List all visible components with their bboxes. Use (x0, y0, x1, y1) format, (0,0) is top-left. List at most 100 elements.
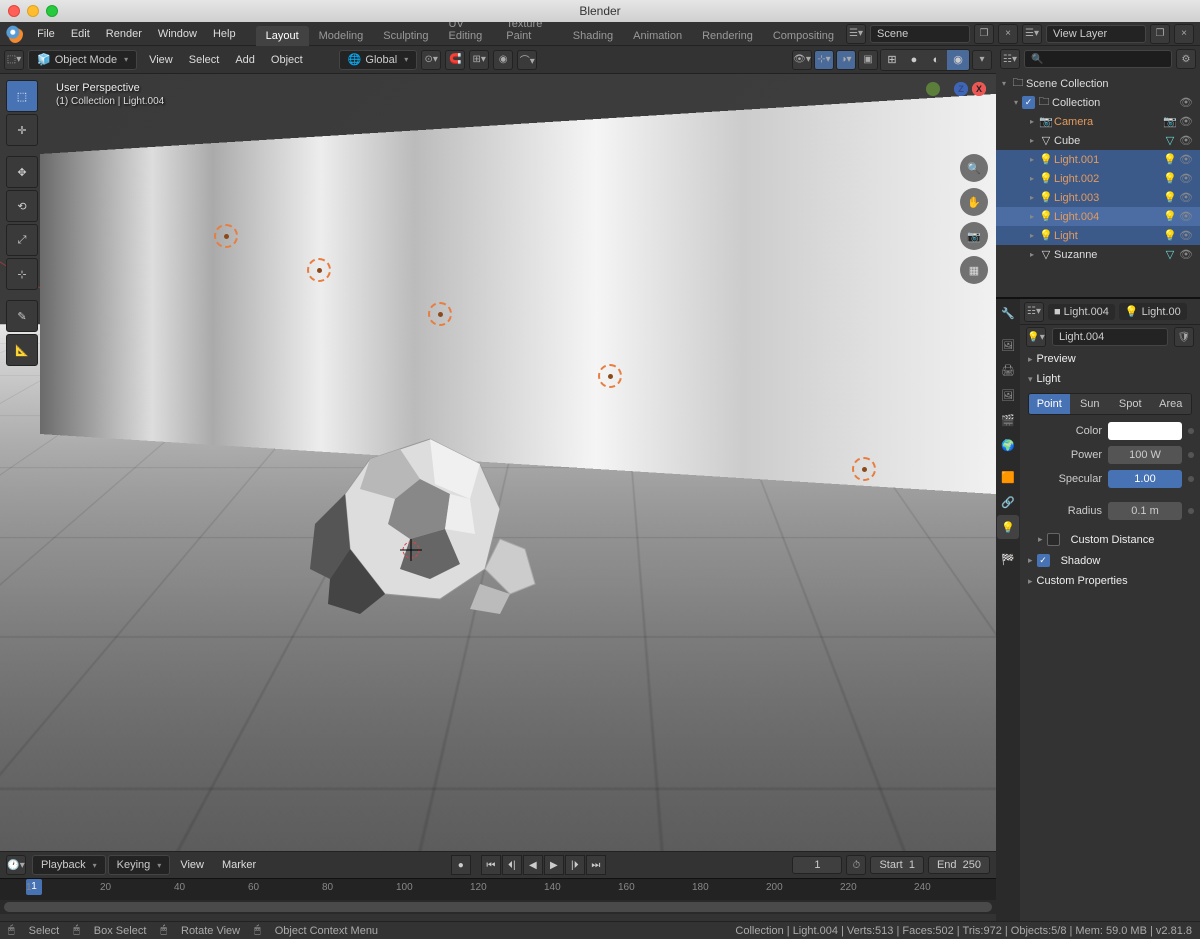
editor-type-icon[interactable]: ⬚▾ (4, 50, 24, 70)
outliner-item-camera[interactable]: ▸📷Camera📷👁 (996, 112, 1200, 131)
world-tab-icon[interactable]: 🌍 (997, 433, 1019, 457)
play-icon[interactable]: ▶ (544, 855, 564, 875)
zoom-icon[interactable]: 🔍 (960, 154, 988, 182)
3d-viewport[interactable]: User Perspective (1) Collection | Light.… (0, 74, 996, 851)
menu-window[interactable]: Window (150, 24, 205, 44)
outliner-item-light-001[interactable]: ▸💡Light.001💡👁 (996, 150, 1200, 169)
camera-view-icon[interactable]: 📷 (960, 222, 988, 250)
transform-tool-icon[interactable]: ⊹ (6, 258, 38, 290)
outliner-item-light-003[interactable]: ▸💡Light.003💡👁 (996, 188, 1200, 207)
scene-new-icon[interactable]: ❐ (974, 24, 994, 44)
viewport-menu-select[interactable]: Select (181, 50, 228, 70)
custom-distance-panel-header[interactable]: Custom Distance (1020, 529, 1200, 550)
breadcrumb-object[interactable]: ■ Light.004 (1048, 304, 1115, 320)
data-tab-icon[interactable]: 💡 (997, 515, 1019, 539)
menu-edit[interactable]: Edit (63, 24, 98, 44)
keyframe-next-icon[interactable]: |⏵ (565, 855, 585, 875)
light-type-sun[interactable]: Sun (1070, 394, 1111, 414)
visibility-eye-icon[interactable]: 👁 (1178, 229, 1194, 242)
proportional-edit-icon[interactable]: ◉ (493, 50, 513, 70)
light-gizmo-icon[interactable] (428, 302, 452, 326)
select-box-tool-icon[interactable]: ⬚ (6, 80, 38, 112)
workspace-tab-sculpting[interactable]: Sculpting (373, 26, 438, 46)
interaction-mode-dropdown[interactable]: 🧊 Object Mode (28, 50, 137, 70)
xray-toggle-icon[interactable]: ▣ (858, 50, 878, 70)
light-panel-header[interactable]: Light (1020, 369, 1200, 389)
end-frame-field[interactable]: End 250 (928, 856, 990, 874)
rendered-shading-icon[interactable]: ◉ (947, 50, 969, 70)
menu-file[interactable]: File (29, 24, 63, 44)
blender-logo-icon[interactable] (6, 25, 23, 43)
outliner-item-light[interactable]: ▸💡Light💡👁 (996, 226, 1200, 245)
minimize-window-icon[interactable] (27, 5, 39, 17)
constraints-tab-icon[interactable]: 🔗 (997, 490, 1019, 514)
outliner-item-light-004[interactable]: ▸💡Light.004💡👁 (996, 207, 1200, 226)
outliner-item-light-002[interactable]: ▸💡Light.002💡👁 (996, 169, 1200, 188)
light-type-point[interactable]: Point (1029, 394, 1070, 414)
color-swatch[interactable] (1108, 422, 1182, 440)
animate-dot-icon[interactable] (1188, 476, 1194, 482)
power-field[interactable]: 100 W (1108, 446, 1182, 464)
solid-shading-icon[interactable]: ● (903, 50, 925, 70)
scale-tool-icon[interactable]: ⤢ (6, 224, 38, 256)
scene-tab-icon[interactable]: 🎬 (997, 408, 1019, 432)
auto-keying-icon[interactable]: ● (451, 855, 471, 875)
preview-panel-header[interactable]: Preview (1020, 349, 1200, 369)
timeline-editor-type-icon[interactable]: 🕐▾ (6, 855, 26, 875)
jump-end-icon[interactable]: ⏭ (586, 855, 606, 875)
start-frame-field[interactable]: Start 1 (870, 856, 923, 874)
close-window-icon[interactable] (8, 5, 20, 17)
workspace-tab-rendering[interactable]: Rendering (692, 26, 763, 46)
pivot-point-icon[interactable]: ⊙▾ (421, 50, 441, 70)
fake-user-icon[interactable]: 🛡 (1174, 327, 1194, 347)
outliner-item-cube[interactable]: ▸▽Cube▽👁 (996, 131, 1200, 150)
animate-dot-icon[interactable] (1188, 452, 1194, 458)
perspective-toggle-icon[interactable]: ▦ (960, 256, 988, 284)
specular-field[interactable]: 1.00 (1108, 470, 1182, 488)
breadcrumb-data[interactable]: 💡 Light.00 (1119, 303, 1187, 320)
visibility-eye-icon[interactable]: 👁 (1178, 191, 1194, 204)
wireframe-shading-icon[interactable]: ⊞ (881, 50, 903, 70)
shading-options-icon[interactable]: ▾ (972, 50, 992, 70)
timeline-ruler[interactable]: 1 120406080100120140160180200220240 (0, 878, 996, 900)
pan-icon[interactable]: ✋ (960, 188, 988, 216)
light-gizmo-icon[interactable] (598, 364, 622, 388)
jump-start-icon[interactable]: ⏮ (481, 855, 501, 875)
outliner-editor-type-icon[interactable]: ☷▾ (1000, 49, 1020, 69)
viewlayer-name-field[interactable]: View Layer (1046, 25, 1146, 43)
viewlayer-new-icon[interactable]: ❐ (1150, 24, 1170, 44)
custom-properties-panel-header[interactable]: Custom Properties (1020, 571, 1200, 591)
outliner-item-suzanne[interactable]: ▸▽Suzanne▽👁 (996, 245, 1200, 264)
menu-render[interactable]: Render (98, 24, 150, 44)
props-editor-type-icon[interactable]: ☷▾ (1024, 302, 1044, 322)
object-tab-icon[interactable]: 🟧 (997, 465, 1019, 489)
scene-delete-icon[interactable]: × (998, 24, 1018, 44)
radius-field[interactable]: 0.1 m (1108, 502, 1182, 520)
orientation-gizmo[interactable]: Z Y X (924, 82, 988, 146)
scene-browse-icon[interactable]: ☰▾ (846, 24, 866, 44)
current-frame-field[interactable]: 1 (792, 856, 842, 874)
light-datablock-name-field[interactable]: Light.004 (1052, 328, 1168, 346)
workspace-tab-compositing[interactable]: Compositing (763, 26, 844, 46)
checkbox-icon[interactable] (1022, 96, 1036, 109)
light-type-area[interactable]: Area (1151, 394, 1192, 414)
menu-help[interactable]: Help (205, 24, 244, 44)
custom-distance-checkbox[interactable] (1047, 533, 1060, 546)
workspace-tab-layout[interactable]: Layout (256, 26, 309, 46)
snap-toggle-icon[interactable]: 🧲 (445, 50, 465, 70)
visibility-eye-icon[interactable]: 👁 (1178, 248, 1194, 261)
zoom-window-icon[interactable] (46, 5, 58, 17)
visibility-eye-icon[interactable]: 👁 (1178, 153, 1194, 166)
play-reverse-icon[interactable]: ◀ (523, 855, 543, 875)
overlay-toggle-icon[interactable]: ◑▾ (836, 50, 856, 70)
keyframe-prev-icon[interactable]: ⏴| (502, 855, 522, 875)
datablock-browse-icon[interactable]: 💡▾ (1026, 327, 1046, 347)
light-type-selector[interactable]: PointSunSpotArea (1028, 393, 1192, 415)
workspace-tab-shading[interactable]: Shading (563, 26, 623, 46)
proportional-falloff-icon[interactable]: ⌒▾ (517, 50, 537, 70)
shadow-checkbox[interactable] (1037, 554, 1050, 567)
timeline-menu-marker[interactable]: Marker (214, 855, 264, 875)
timeline-menu-view[interactable]: View (172, 855, 212, 875)
light-gizmo-icon[interactable] (307, 258, 331, 282)
snap-mode-icon[interactable]: ⊞▾ (469, 50, 489, 70)
